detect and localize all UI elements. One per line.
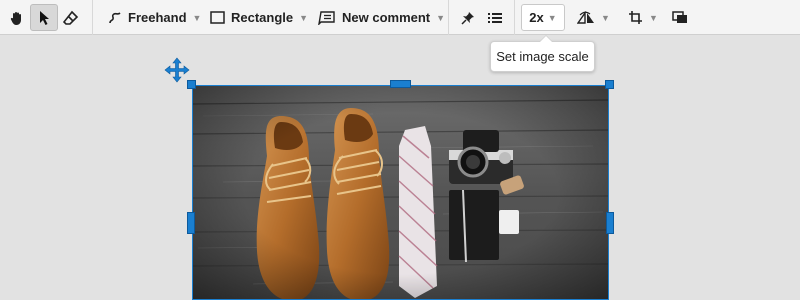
tooltip-text: Set image scale <box>496 49 589 64</box>
hand-icon <box>10 11 21 25</box>
chevron-down-icon: ▼ <box>649 12 658 23</box>
layers-icon <box>672 10 687 23</box>
new-comment-dropdown[interactable]: New comment ▼ <box>318 4 445 31</box>
chevron-down-icon: ▼ <box>436 12 446 23</box>
resize-handle-left[interactable] <box>187 212 195 234</box>
image-scale-dropdown[interactable]: 2x ▼ <box>521 4 565 31</box>
toolbar-separator <box>448 0 449 35</box>
pan-tool-button[interactable] <box>3 4 31 31</box>
freehand-dropdown[interactable]: Freehand ▼ <box>108 4 201 31</box>
toolbar-separator <box>92 0 93 35</box>
resize-handle-top-left[interactable] <box>187 80 196 89</box>
list-icon <box>488 12 502 23</box>
resize-handle-top[interactable] <box>390 80 411 88</box>
flip-icon <box>577 10 594 24</box>
new-comment-label: New comment <box>342 10 431 25</box>
image-scale-tooltip: Set image scale <box>490 35 595 72</box>
chevron-down-icon: ▼ <box>299 12 309 23</box>
rectangle-dropdown[interactable]: Rectangle ▼ <box>210 4 308 31</box>
comment-icon <box>318 10 335 25</box>
flip-dropdown[interactable]: ▼ <box>577 4 610 31</box>
rectangle-icon <box>210 11 225 24</box>
chevron-down-icon: ▼ <box>192 12 202 23</box>
eraser-tool-button[interactable] <box>57 4 85 31</box>
list-button[interactable] <box>481 4 509 31</box>
rectangle-label: Rectangle <box>231 10 294 25</box>
toolbar: Freehand ▼ Rectangle ▼ New comment ▼ 2x … <box>0 0 800 35</box>
crop-dropdown[interactable]: ▼ <box>628 4 658 31</box>
selected-image[interactable] <box>192 85 609 300</box>
resize-handle-top-right[interactable] <box>605 80 614 89</box>
select-tool-button[interactable] <box>30 4 58 31</box>
pin-icon <box>461 11 474 25</box>
eraser-icon <box>63 10 79 25</box>
layers-button[interactable] <box>666 4 694 31</box>
crop-icon <box>629 11 642 24</box>
chevron-down-icon: ▼ <box>547 12 557 23</box>
image-content <box>193 86 608 299</box>
image-scale-value: 2x <box>529 10 544 25</box>
freehand-label: Freehand <box>128 10 187 25</box>
toolbar-separator <box>514 0 515 35</box>
pin-button[interactable] <box>454 4 482 31</box>
resize-handle-right[interactable] <box>606 212 614 234</box>
pointer-icon <box>40 10 49 25</box>
freehand-icon <box>109 11 121 23</box>
chevron-down-icon: ▼ <box>601 12 610 23</box>
